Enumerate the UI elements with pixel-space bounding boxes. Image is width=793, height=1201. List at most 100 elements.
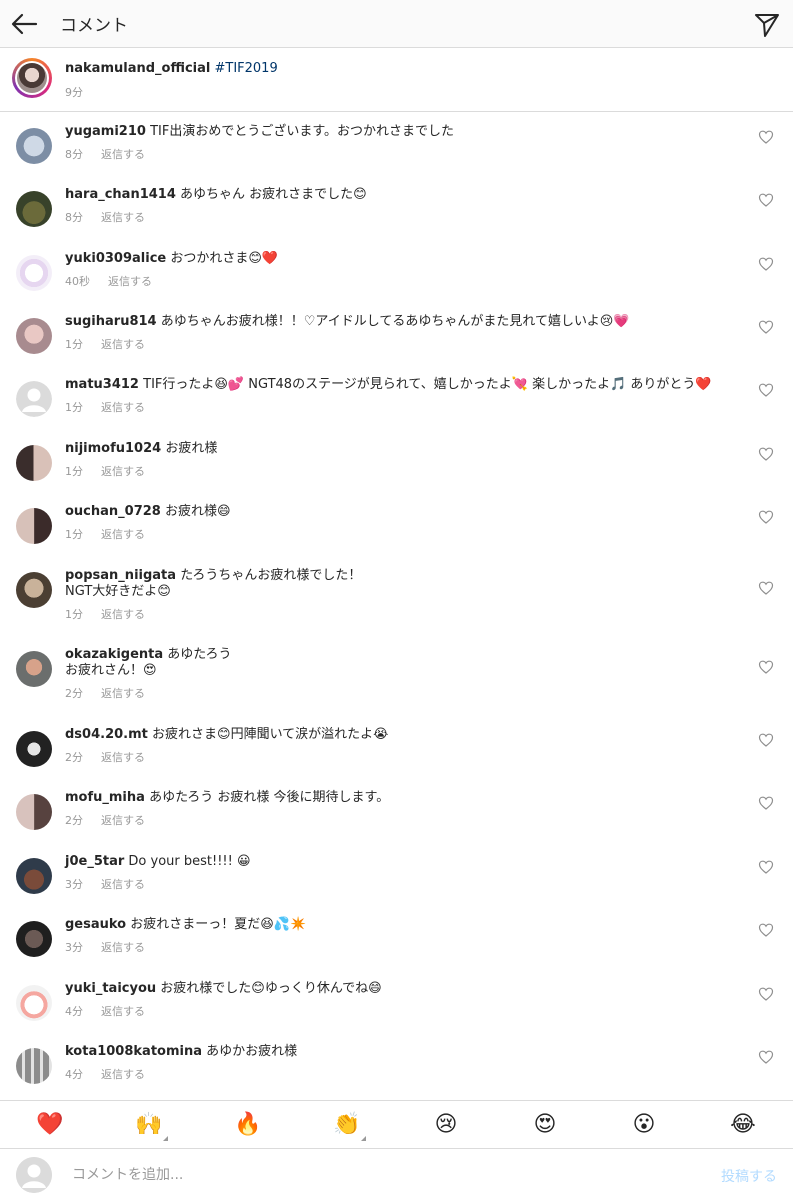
reply-button[interactable]: 返信する [101,465,145,478]
commenter-username[interactable]: yuki_taicyou [65,981,156,996]
like-heart-icon[interactable] [758,659,774,675]
emoji-glyph: 👏 [333,1112,361,1137]
commenter-username[interactable]: popsan_niigata [65,568,176,583]
crying-emoji-button[interactable]: 😢 [430,1111,462,1139]
reply-button[interactable]: 返信する [101,687,145,700]
comment-timestamp: 1分 [65,608,83,621]
commenter-username[interactable]: sugiharu814 [65,314,157,329]
like-heart-icon[interactable] [758,129,774,145]
comment-timestamp: 4分 [65,1005,83,1018]
surprised-emoji-button[interactable]: 😮 [628,1111,660,1139]
commenter-username[interactable]: mofu_miha [65,790,145,805]
like-heart-icon[interactable] [758,1049,774,1065]
like-heart-icon[interactable] [758,256,774,272]
commenter-username[interactable]: okazakigenta [65,647,163,662]
commenter-avatar[interactable] [16,731,52,767]
reply-button[interactable]: 返信する [101,528,145,541]
commenter-avatar[interactable] [16,191,52,227]
emoji-glyph: 🙌 [135,1112,163,1137]
skin-tone-indicator-icon [361,1136,366,1141]
commenter-username[interactable]: yugami210 [65,124,146,139]
tears-of-joy-emoji-button[interactable]: 😂 [727,1111,759,1139]
commenter-username[interactable]: kota1008katomina [65,1044,202,1059]
comment-timestamp: 8分 [65,148,83,161]
comment-meta: 1分 返信する [65,399,145,415]
clapping-emoji-button[interactable]: 👏 [331,1111,366,1141]
like-heart-icon[interactable] [758,192,774,208]
page-title: コメント [60,16,128,36]
reply-button[interactable]: 返信する [101,338,145,351]
comment-text: mofu_miha あゆたろう お疲れ様 今後に期待します。 [65,790,745,806]
comment-timestamp: 1分 [65,401,83,414]
caption-text: nakamuland_official #TIF2019 [65,61,278,76]
comment-meta: 1分 返信する [65,526,145,542]
comment-text: j0e_5tar Do your best!!!! 😀 [65,854,745,870]
comment-text: kota1008katomina あゆかお疲れ様 [65,1044,745,1060]
like-heart-icon[interactable] [758,986,774,1002]
comment-row: matu3412 TIF行ったよ😆💕 NGT48のステージが見られて、嬉しかった… [0,377,793,437]
heart-eyes-emoji-button[interactable]: 😍 [529,1111,561,1139]
emoji-glyph: 😮 [632,1112,656,1137]
commenter-username[interactable]: yuki0309alice [65,251,166,266]
reply-button[interactable]: 返信する [101,751,145,764]
commenter-username[interactable]: matu3412 [65,377,139,392]
commenter-avatar[interactable] [16,381,52,417]
like-heart-icon[interactable] [758,732,774,748]
commenter-avatar[interactable] [16,985,52,1021]
commenter-avatar[interactable] [16,508,52,544]
like-heart-icon[interactable] [758,922,774,938]
commenter-avatar[interactable] [16,651,52,687]
commenter-username[interactable]: ds04.20.mt [65,727,148,742]
commenter-username[interactable]: nijimofu1024 [65,441,161,456]
heart-emoji-button[interactable]: ❤️ [34,1111,66,1139]
reply-button[interactable]: 返信する [101,941,145,954]
fire-emoji-button[interactable]: 🔥 [232,1111,264,1139]
comment-timestamp: 2分 [65,814,83,827]
commenter-avatar[interactable] [16,921,52,957]
commenter-avatar[interactable] [16,794,52,830]
commenter-avatar[interactable] [16,128,52,164]
comment-body: あゆかお疲れ様 [206,1044,298,1059]
like-heart-icon[interactable] [758,509,774,525]
comment-text: okazakigenta あゆたろう お疲れさん！😍 [65,647,745,679]
comment-meta: 2分 返信する [65,749,145,765]
raised-hands-emoji-button[interactable]: 🙌 [133,1111,168,1141]
commenter-avatar[interactable] [16,318,52,354]
reply-button[interactable]: 返信する [108,275,152,288]
reply-button[interactable]: 返信する [101,608,145,621]
commenter-avatar[interactable] [16,445,52,481]
reply-button[interactable]: 返信する [101,1068,145,1081]
commenter-avatar[interactable] [16,255,52,291]
emoji-glyph: 😢 [434,1112,458,1137]
commenter-avatar[interactable] [16,572,52,608]
direct-send-icon[interactable] [751,8,783,40]
comment-meta: 4分 返信する [65,1003,145,1019]
story-avatar[interactable] [12,58,52,98]
comment-row: yuki0309alice おつかれさま😊❤️ 40秒 返信する [0,251,793,311]
reply-button[interactable]: 返信する [101,148,145,161]
like-heart-icon[interactable] [758,319,774,335]
comment-input[interactable] [70,1163,674,1187]
reply-button[interactable]: 返信する [101,878,145,891]
reply-button[interactable]: 返信する [101,814,145,827]
like-heart-icon[interactable] [758,446,774,462]
commenter-username[interactable]: ouchan_0728 [65,504,161,519]
commenter-avatar[interactable] [16,858,52,894]
post-button[interactable]: 投稿する [721,1166,777,1186]
back-arrow-icon[interactable] [8,8,40,40]
like-heart-icon[interactable] [758,859,774,875]
commenter-avatar[interactable] [16,1048,52,1084]
caption-username[interactable]: nakamuland_official [65,61,210,76]
like-heart-icon[interactable] [758,795,774,811]
commenter-username[interactable]: gesauko [65,917,126,932]
like-heart-icon[interactable] [758,382,774,398]
commenter-username[interactable]: j0e_5tar [65,854,124,869]
reply-button[interactable]: 返信する [101,401,145,414]
comment-body: TIF行ったよ😆💕 NGT48のステージが見られて、嬉しかったよ💘 楽しかったよ… [143,377,712,392]
reply-button[interactable]: 返信する [101,1005,145,1018]
commenter-username[interactable]: hara_chan1414 [65,187,176,202]
reply-button[interactable]: 返信する [101,211,145,224]
emoji-glyph: 😍 [533,1112,557,1137]
like-heart-icon[interactable] [758,580,774,596]
caption-hashtag[interactable]: #TIF2019 [215,61,278,76]
